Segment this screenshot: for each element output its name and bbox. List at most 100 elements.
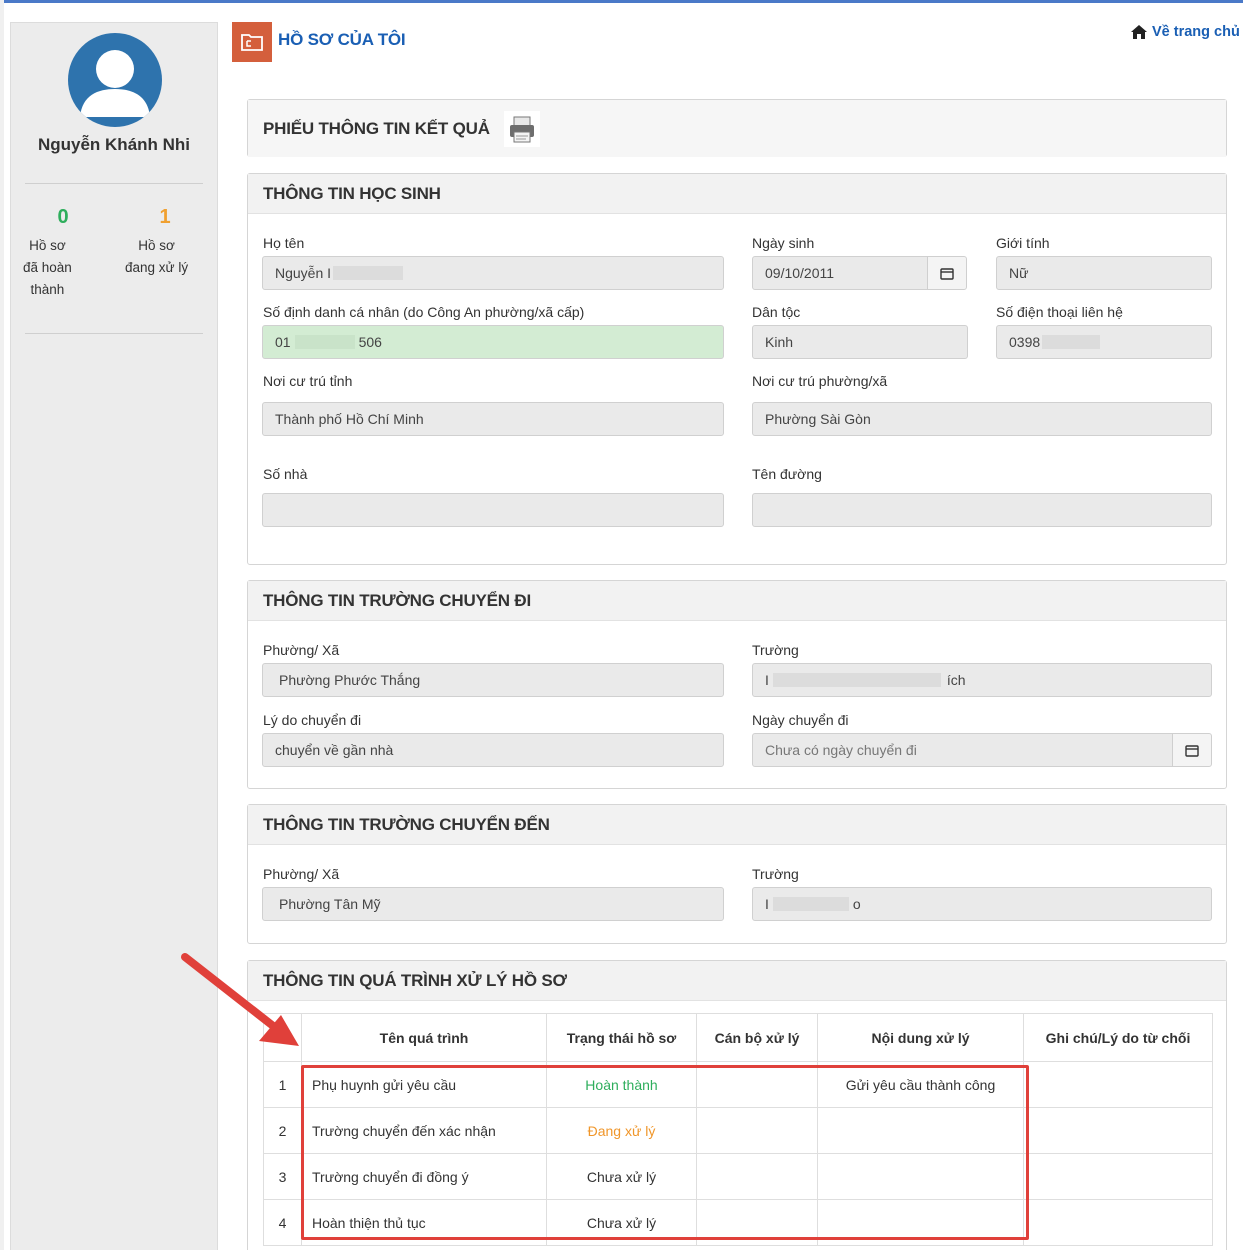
transfer-to-title: THÔNG TIN TRƯỜNG CHUYỂN ĐẾN	[248, 805, 1226, 845]
row-content	[817, 1107, 1024, 1154]
student-info-title: THÔNG TIN HỌC SINH	[248, 174, 1226, 214]
home-link[interactable]: Về trang chủ	[1130, 24, 1240, 40]
from-truong-label: Trường	[752, 642, 799, 658]
row-officer	[696, 1153, 818, 1200]
row-content	[817, 1153, 1024, 1200]
row-name: Trường chuyển đi đồng ý	[301, 1153, 547, 1200]
user-name: Nguyễn Khánh Nhi	[37, 135, 191, 154]
row-status: Đang xử lý	[546, 1107, 697, 1154]
row-status: Chưa xử lý	[546, 1153, 697, 1200]
so-dinh-danh-field[interactable]: 01 506	[262, 325, 724, 359]
home-icon	[1131, 25, 1147, 39]
row-name: Trường chuyển đến xác nhận	[301, 1107, 547, 1154]
gioi-tinh-label: Giới tính	[996, 235, 1050, 251]
row-name: Phụ huynh gửi yêu cầu	[301, 1061, 547, 1108]
dan-toc-label: Dân tộc	[752, 304, 801, 320]
top-border	[0, 0, 1243, 3]
ngay-sinh-calendar-button[interactable]	[927, 256, 967, 290]
from-truong-field[interactable]: I ích	[752, 663, 1212, 697]
from-phuong-label: Phường/ Xã	[263, 642, 340, 658]
ngay-sinh-label: Ngày sinh	[752, 235, 815, 251]
ngay-chuyen-label: Ngày chuyển đi	[752, 712, 849, 728]
tinh-field[interactable]: Thành phố Hồ Chí Minh	[262, 402, 724, 436]
transfer-from-title: THÔNG TIN TRƯỜNG CHUYỂN ĐI	[248, 581, 1226, 621]
row-note	[1023, 1107, 1213, 1154]
stat-processing-count: 1	[159, 206, 171, 228]
row-content	[817, 1199, 1024, 1246]
row-officer	[696, 1107, 818, 1154]
col-ten-qua-trinh: Tên quá trình	[301, 1013, 547, 1062]
col-ghi-chu: Ghi chú/Lý do từ chối	[1023, 1013, 1213, 1062]
avatar	[68, 33, 162, 127]
calendar-icon	[1185, 744, 1199, 757]
table-row: 4 Hoàn thiện thủ tục Chưa xử lý	[263, 1199, 1213, 1246]
calendar-icon	[940, 267, 954, 280]
process-title: THÔNG TIN QUÁ TRÌNH XỬ LÝ HỒ SƠ	[248, 961, 1226, 1001]
stat-processing-label: Hồ sơ đang xử lý	[125, 238, 189, 275]
sidebar-divider	[25, 183, 203, 184]
so-nha-label: Số nhà	[263, 466, 308, 482]
row-officer	[696, 1199, 818, 1246]
col-index	[263, 1013, 302, 1062]
row-officer	[696, 1061, 818, 1108]
stat-completed-count: 0	[57, 206, 69, 228]
dan-toc-field[interactable]: Kinh	[752, 325, 968, 359]
col-trang-thai: Trạng thái hồ sơ	[546, 1013, 697, 1062]
page-title: HỒ SƠ CỦA TÔI	[278, 30, 406, 49]
table-row: 3 Trường chuyển đi đồng ý Chưa xử lý	[263, 1153, 1213, 1200]
row-content: Gửi yêu cầu thành công	[817, 1061, 1024, 1108]
row-note	[1023, 1199, 1213, 1246]
to-phuong-field[interactable]: Phường Tân Mỹ	[262, 887, 724, 921]
ngay-chuyen-field[interactable]: Chưa có ngày chuyển đi	[752, 733, 1173, 767]
ho-ten-label: Họ tên	[263, 235, 305, 251]
stat-processing[interactable]: 1 Hồ sơ đang xử lý	[125, 205, 205, 275]
home-link-label: Về trang chủ	[1152, 24, 1240, 40]
sidebar: Nguyễn Khánh Nhi 0 Hồ sơ đã hoàn thành 1…	[10, 22, 218, 1250]
so-nha-field[interactable]	[262, 493, 724, 527]
row-note	[1023, 1153, 1213, 1200]
so-dien-thoai-field[interactable]: 0398	[996, 325, 1212, 359]
ly-do-label: Lý do chuyển đi	[263, 712, 362, 728]
stat-completed-label: Hồ sơ đã hoàn thành	[23, 238, 72, 297]
to-truong-label: Trường	[752, 866, 799, 882]
row-index: 4	[263, 1199, 302, 1246]
row-status: Hoàn thành	[546, 1061, 697, 1108]
tinh-label: Nơi cư trú tỉnh	[263, 373, 353, 389]
user-avatar-icon	[80, 50, 150, 117]
result-panel-title: PHIẾU THÔNG TIN KẾT QUẢ	[263, 118, 490, 138]
gioi-tinh-field[interactable]: Nữ	[996, 256, 1212, 290]
to-phuong-label: Phường/ Xã	[263, 866, 340, 882]
row-status: Chưa xử lý	[546, 1199, 697, 1246]
sidebar-divider	[25, 333, 203, 334]
stat-completed[interactable]: 0 Hồ sơ đã hoàn thành	[23, 205, 103, 297]
table-row: 1 Phụ huynh gửi yêu cầu Hoàn thành Gửi y…	[263, 1061, 1213, 1108]
row-index: 3	[263, 1153, 302, 1200]
ngay-sinh-field[interactable]: 09/10/2011	[752, 256, 928, 290]
to-truong-field[interactable]: I o	[752, 887, 1212, 921]
table-row: 2 Trường chuyển đến xác nhận Đang xử lý	[263, 1107, 1213, 1154]
row-index: 2	[263, 1107, 302, 1154]
ten-duong-label: Tên đường	[752, 466, 822, 482]
result-panel: PHIẾU THÔNG TIN KẾT QUẢ	[247, 99, 1227, 157]
ho-ten-field[interactable]: Nguyễn I	[262, 256, 724, 290]
row-name: Hoàn thiện thủ tục	[301, 1199, 547, 1246]
result-panel-header: PHIẾU THÔNG TIN KẾT QUẢ	[248, 100, 1226, 157]
printer-icon[interactable]	[503, 110, 540, 147]
phuong-field[interactable]: Phường Sài Gòn	[752, 402, 1212, 436]
so-dinh-danh-label: Số định danh cá nhân (do Công An phường/…	[263, 304, 585, 320]
table-header-row: Tên quá trình Trạng thái hồ sơ Cán bộ xử…	[263, 1013, 1213, 1062]
folder-icon	[232, 22, 272, 62]
row-index: 1	[263, 1061, 302, 1108]
left-edge	[0, 0, 4, 1250]
ly-do-field[interactable]: chuyển về gần nhà	[262, 733, 724, 767]
ten-duong-field[interactable]	[752, 493, 1212, 527]
from-phuong-field[interactable]: Phường Phước Thắng	[262, 663, 724, 697]
col-can-bo: Cán bộ xử lý	[696, 1013, 818, 1062]
transfer-to-panel: THÔNG TIN TRƯỜNG CHUYỂN ĐẾN	[247, 804, 1227, 944]
phuong-label: Nơi cư trú phường/xã	[752, 373, 888, 389]
row-note	[1023, 1061, 1213, 1108]
ngay-chuyen-calendar-button[interactable]	[1172, 733, 1212, 767]
process-table: Tên quá trình Trạng thái hồ sơ Cán bộ xử…	[263, 1013, 1213, 1246]
so-dien-thoai-label: Số điện thoại liên hệ	[996, 304, 1123, 320]
col-noi-dung: Nội dung xử lý	[817, 1013, 1024, 1062]
